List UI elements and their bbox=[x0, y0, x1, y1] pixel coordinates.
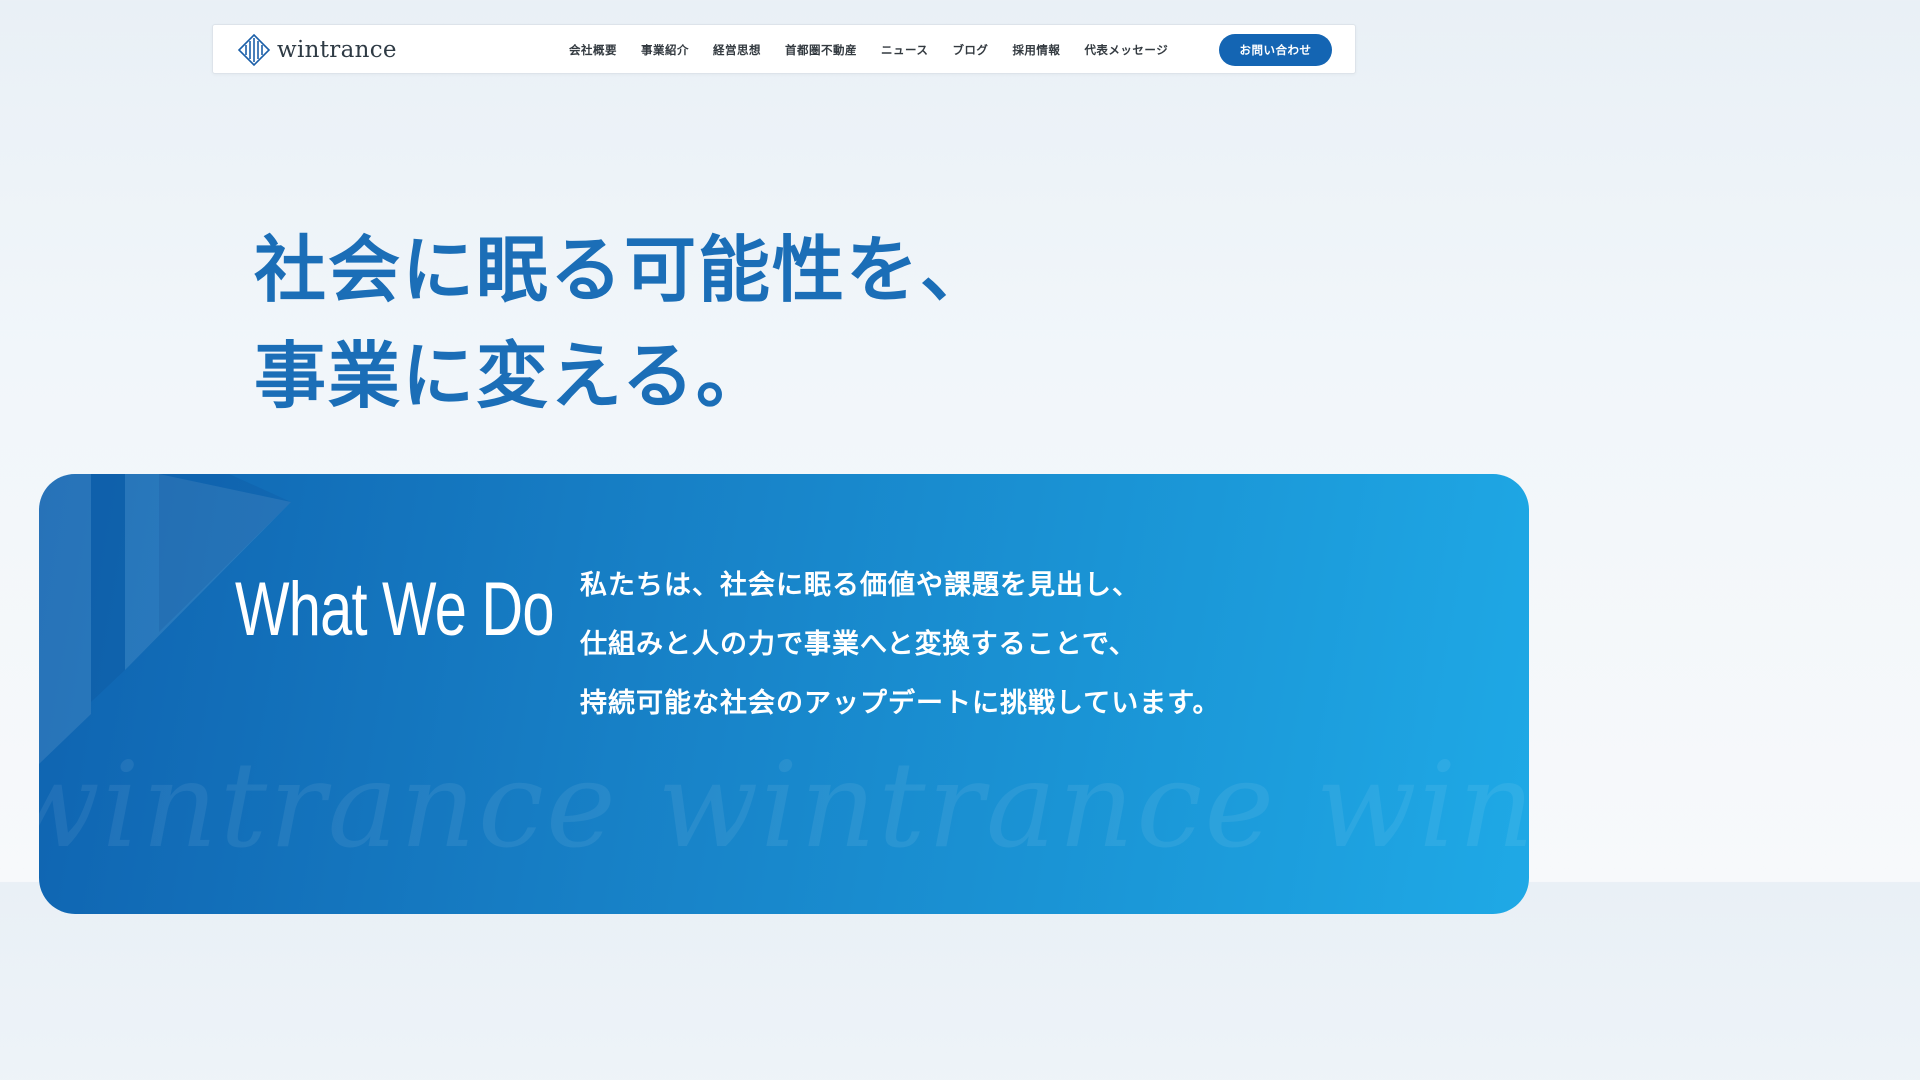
what-we-do-text-line-2: 仕組みと人の力で事業へと変換することで、 bbox=[580, 629, 1137, 660]
nav-item-blog[interactable]: ブログ bbox=[952, 42, 988, 58]
nav-item-philosophy[interactable]: 経営思想 bbox=[713, 42, 761, 58]
what-we-do-text-line-1: 私たちは、社会に眠る価値や課題を見出し、 bbox=[580, 570, 1140, 601]
nav-item-business[interactable]: 事業紹介 bbox=[641, 42, 689, 58]
nav-item-recruit[interactable]: 採用情報 bbox=[1012, 42, 1060, 58]
what-we-do-title: What We Do bbox=[235, 567, 555, 652]
nav-item-real-estate[interactable]: 首都圏不動産 bbox=[785, 42, 857, 58]
logo-wordmark: wintrance bbox=[277, 36, 397, 63]
nav-item-ceo-message[interactable]: 代表メッセージ bbox=[1084, 42, 1168, 58]
main-nav: 会社概要 事業紹介 経営思想 首都圏不動産 ニュース ブログ 採用情報 代表メッ… bbox=[569, 25, 1192, 75]
hero-headline-line-1: 社会に眠る可能性を、 bbox=[254, 228, 995, 312]
contact-button[interactable]: お問い合わせ bbox=[1219, 34, 1332, 66]
wintrance-logo-icon bbox=[237, 33, 271, 67]
nav-item-company[interactable]: 会社概要 bbox=[569, 42, 617, 58]
what-we-do-text-line-3: 持続可能な社会のアップデートに挑戦しています。 bbox=[580, 688, 1221, 719]
site-header: wintrance 会社概要 事業紹介 経営思想 首都圏不動産 ニュース ブログ… bbox=[212, 24, 1356, 74]
site-logo[interactable]: wintrance bbox=[237, 33, 397, 67]
what-we-do-panel: wintrance wintrance wintrance What We Do… bbox=[39, 474, 1529, 914]
hero-headline-line-2: 事業に変える。 bbox=[254, 334, 770, 418]
nav-item-news[interactable]: ニュース bbox=[881, 42, 928, 58]
wintrance-script-watermark: wintrance wintrance wintrance bbox=[39, 736, 1529, 874]
